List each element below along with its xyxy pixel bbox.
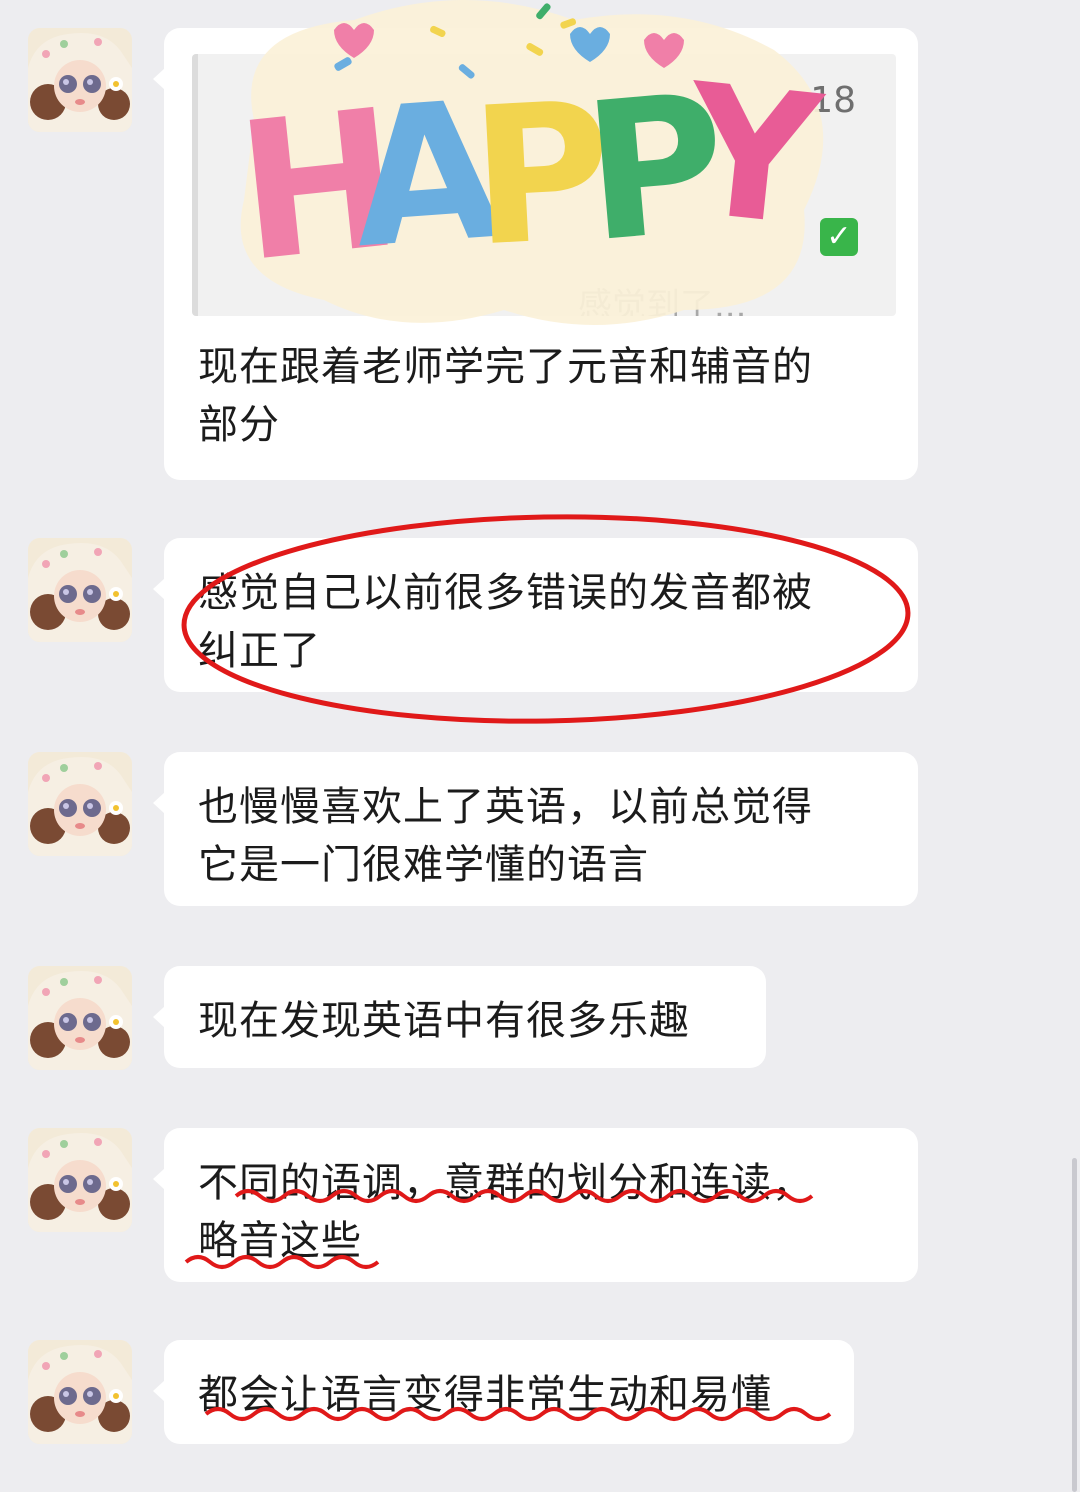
message-text: 现在跟着老师学完了元音和辅音的 部分 xyxy=(198,344,813,448)
message-bubble[interactable]: 也慢慢喜欢上了英语，以前总觉得 它是一门很难学懂的语言 xyxy=(153,752,918,906)
avatar-image xyxy=(28,1340,132,1444)
check-box-icon: ✓ xyxy=(820,218,858,256)
avatar-image xyxy=(28,752,132,856)
avatar-image xyxy=(28,1128,132,1232)
message-bubble[interactable]: 都会让语言变得非常生动和易懂 xyxy=(153,1340,854,1444)
avatar[interactable] xyxy=(28,1340,132,1444)
avatar-image xyxy=(28,28,132,132)
message-text: 感觉自己以前很多错误的发音都被 纠正了 xyxy=(198,570,813,674)
avatar[interactable] xyxy=(28,752,132,856)
avatar[interactable] xyxy=(28,538,132,642)
message-text: 现在发现英语中有很多乐趣 xyxy=(198,998,690,1044)
message-bubble[interactable]: 现在发现英语中有很多乐趣 xyxy=(153,966,766,1068)
bubble-tail xyxy=(153,1168,165,1190)
message-bubble[interactable]: 18 ✓ 感觉到了... 现在跟着老师学完了元音和辅音的 部分 xyxy=(153,28,918,480)
bubble-tail xyxy=(153,792,165,814)
avatar-image xyxy=(28,538,132,642)
message-text: 都会让语言变得非常生动和易懂 xyxy=(198,1372,772,1418)
quoted-message[interactable]: 18 ✓ 感觉到了... xyxy=(192,54,896,316)
quoted-message-time: 18 xyxy=(810,80,856,121)
scrollbar[interactable] xyxy=(1072,1158,1077,1492)
avatar[interactable] xyxy=(28,1128,132,1232)
quoted-message-snippet: 感觉到了... xyxy=(578,286,747,316)
bubble-tail xyxy=(153,1006,165,1028)
avatar-image xyxy=(28,966,132,1070)
bubble-tail xyxy=(153,1380,165,1402)
bubble-tail xyxy=(153,578,165,600)
message-text: 不同的语调，意群的划分和连读， 略音这些 xyxy=(198,1160,813,1264)
avatar[interactable] xyxy=(28,28,132,132)
message-bubble[interactable]: 感觉自己以前很多错误的发音都被 纠正了 xyxy=(153,538,918,692)
avatar[interactable] xyxy=(28,966,132,1070)
bubble-tail xyxy=(153,68,165,90)
message-bubble[interactable]: 不同的语调，意群的划分和连读， 略音这些 xyxy=(153,1128,918,1282)
message-text: 也慢慢喜欢上了英语，以前总觉得 它是一门很难学懂的语言 xyxy=(198,784,813,888)
